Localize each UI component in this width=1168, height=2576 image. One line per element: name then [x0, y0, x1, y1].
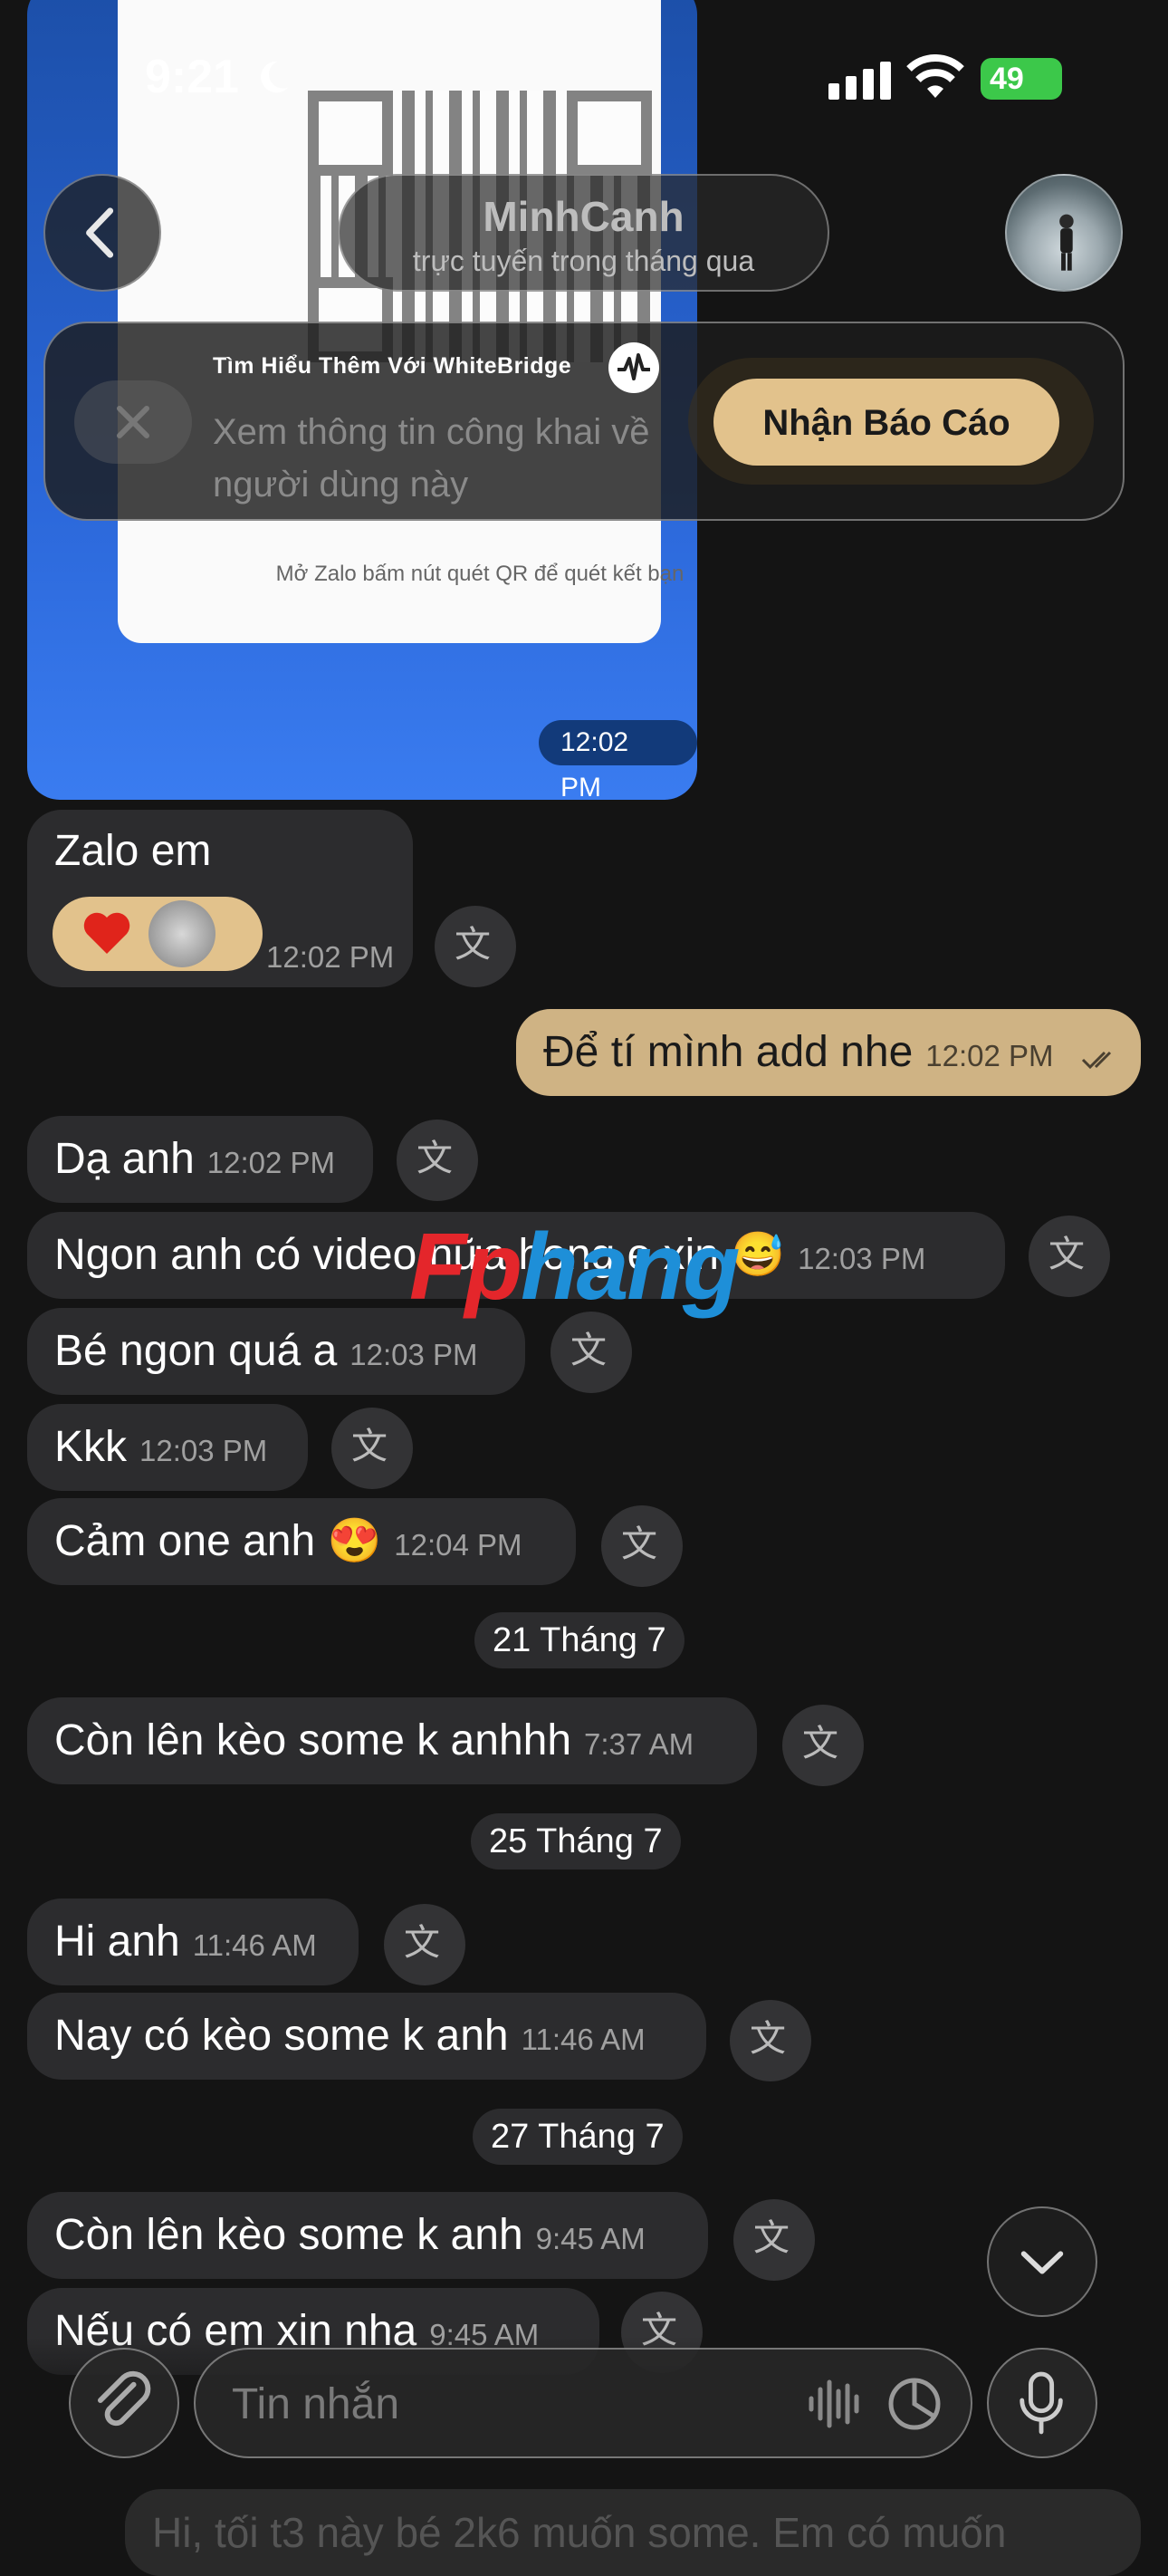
message-time: 12:04 PM [394, 1528, 522, 1562]
contact-status: trực tuyến trong tháng qua [412, 245, 755, 277]
svg-text:文: 文 [404, 1922, 440, 1964]
message-time: 12:02 PM [206, 1146, 336, 1179]
svg-text:文: 文 [416, 1138, 453, 1179]
svg-text:文: 文 [802, 1723, 838, 1764]
scroll-down-button[interactable] [987, 2206, 1097, 2317]
message-text: Bé ngon quá a [54, 1327, 338, 1375]
translate-button[interactable]: 文 [730, 2000, 811, 2081]
translate-icon: 文 [621, 1523, 657, 1565]
qr-hint-text: Mở Zalo bấm nút quét QR để quét kết bạn [275, 562, 685, 586]
microphone-icon [1020, 2371, 1063, 2435]
message-bubble[interactable]: Cảm one anh 😍 12:04 PM [27, 1498, 576, 1585]
translate-button[interactable]: 文 [384, 1904, 465, 1985]
sticker-icon[interactable] [886, 2375, 943, 2433]
status-time: 9:21 [145, 51, 240, 103]
translate-icon: 文 [1048, 1234, 1085, 1275]
banner-heading: Tìm Hiểu Thêm Với WhiteBridge [213, 353, 572, 379]
translate-button[interactable]: 文 [733, 2199, 815, 2281]
contact-name: MinhCanh [483, 193, 685, 240]
paperclip-icon [97, 2370, 151, 2427]
message-text: Còn lên kèo some k anh [54, 2211, 523, 2259]
chevron-left-icon [86, 207, 114, 258]
message-time: 12:02 PM [539, 720, 697, 803]
message-bubble[interactable]: Kkk 12:03 PM [27, 1404, 308, 1491]
svg-text:文: 文 [455, 924, 491, 966]
message-text: Hi anh [54, 1918, 180, 1966]
message-time: 11:46 AM [521, 2023, 646, 2056]
translate-button[interactable]: 文 [782, 1705, 864, 1786]
battery-cap [1056, 71, 1061, 87]
svg-text:文: 文 [753, 2217, 790, 2259]
svg-text:文: 文 [621, 1523, 657, 1565]
translate-button[interactable]: 文 [435, 906, 516, 987]
watermark-logo: Fphang [409, 1215, 740, 1320]
translate-icon: 文 [753, 2217, 790, 2259]
svg-text:文: 文 [351, 1426, 388, 1467]
translate-button[interactable]: 文 [1029, 1216, 1110, 1297]
translate-button[interactable]: 文 [601, 1505, 683, 1587]
chevron-down-icon [1020, 2251, 1064, 2274]
blurred-message: Hi, tối t3 này bé 2k6 muốn some. Em có m… [125, 2489, 1141, 2576]
heart-icon [83, 912, 130, 954]
avatar[interactable] [1005, 174, 1123, 292]
date-separator: 27 Tháng 7 [473, 2109, 683, 2165]
message-text: Zalo em [54, 827, 212, 875]
reactions[interactable] [53, 897, 263, 971]
svg-text:文: 文 [570, 1330, 607, 1371]
person-silhouette-icon [1059, 214, 1074, 271]
translate-icon: 文 [404, 1922, 440, 1964]
get-report-button[interactable]: Nhận Báo Cáo [713, 379, 1059, 466]
message-time: 11:46 AM [192, 1928, 317, 1962]
message-bubble-outgoing[interactable]: Để tí mình add nhe 12:02 PM [516, 1009, 1141, 1096]
svg-text:文: 文 [750, 2018, 786, 2060]
voice-waveform-icon[interactable] [806, 2379, 864, 2429]
message-bubble[interactable]: Hi anh 11:46 AM [27, 1898, 359, 1985]
message-time: 7:37 AM [584, 1727, 694, 1761]
message-bubble[interactable]: Dạ anh 12:02 PM [27, 1116, 373, 1203]
message-text: Còn lên kèo some k anhhh [54, 1716, 572, 1764]
translate-icon: 文 [750, 2018, 786, 2060]
double-check-icon [1081, 1051, 1112, 1070]
cellular-signal-icon [828, 62, 891, 100]
contact-title-pill[interactable]: MinhCanh trực tuyến trong tháng qua [338, 174, 829, 292]
wifi-icon [906, 54, 964, 98]
whitebridge-logo-icon [608, 342, 659, 393]
translate-icon: 文 [570, 1330, 607, 1371]
moon-icon [261, 61, 289, 93]
translate-icon: 文 [455, 924, 491, 966]
translate-button[interactable]: 文 [397, 1120, 478, 1201]
back-button[interactable] [43, 174, 161, 292]
message-text: Nay có kèo some k anh [54, 2012, 509, 2060]
message-bubble[interactable]: Còn lên kèo some k anh 9:45 AM [27, 2192, 708, 2279]
message-bubble[interactable]: Zalo em 12:02 PM [27, 810, 413, 987]
message-time: 9:45 AM [535, 2222, 646, 2255]
message-text: Dạ anh [54, 1135, 195, 1183]
message-text: Kkk [54, 1423, 128, 1471]
close-icon [117, 406, 149, 438]
translate-icon: 文 [416, 1138, 453, 1179]
translate-icon: 文 [351, 1426, 388, 1467]
message-text: Cảm one anh 😍 [54, 1517, 382, 1565]
date-separator: 21 Tháng 7 [474, 1612, 685, 1668]
message-input[interactable] [230, 2366, 777, 2442]
translate-icon: 文 [802, 1723, 838, 1764]
attach-button[interactable] [69, 2348, 179, 2458]
message-time: 12:03 PM [139, 1434, 268, 1467]
message-bubble[interactable]: Còn lên kèo some k anhhh 7:37 AM [27, 1697, 757, 1784]
message-bubble[interactable]: Nay có kèo some k anh 11:46 AM [27, 1993, 706, 2080]
message-time: 12:02 PM [266, 940, 395, 974]
microphone-button[interactable] [987, 2348, 1097, 2458]
banner-close-button[interactable] [74, 380, 192, 464]
message-text: Để tí mình add nhe [543, 1028, 914, 1076]
message-time: 12:02 PM [925, 1039, 1054, 1072]
translate-button[interactable]: 文 [331, 1408, 413, 1489]
translate-button[interactable]: 文 [550, 1312, 632, 1393]
svg-text:文: 文 [1048, 1234, 1085, 1275]
message-time: 12:03 PM [798, 1242, 926, 1275]
sticker-icon [148, 900, 215, 967]
message-time: 12:03 PM [349, 1338, 478, 1371]
battery-indicator: 49 [981, 58, 1062, 100]
date-separator: 25 Tháng 7 [471, 1813, 681, 1870]
banner-description: Xem thông tin công khai về người dùng nà… [213, 412, 650, 505]
